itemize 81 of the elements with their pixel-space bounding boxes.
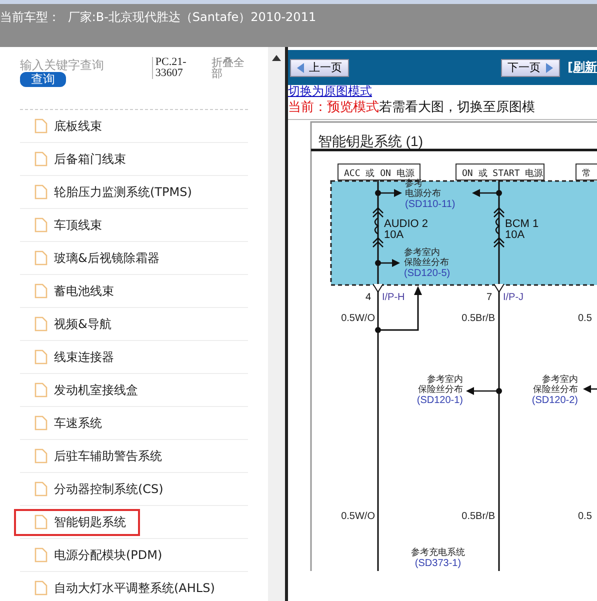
scroll-up-icon[interactable]	[272, 55, 281, 61]
tree-item[interactable]: 分动器控制系统(CS)	[14, 476, 170, 502]
tree-item[interactable]: 玻璃&后视镜除霜器	[14, 244, 166, 272]
reference-note: 参考室内 保险丝分布 (SD120-5)	[404, 247, 450, 279]
pin-number: 7	[486, 292, 492, 303]
code-text: PC.21-33607	[152, 57, 198, 79]
document-icon	[34, 382, 48, 398]
document-icon	[34, 448, 48, 464]
junction-dot	[496, 388, 502, 394]
fuse-rating: 10A	[384, 229, 404, 241]
pin-number: 4	[365, 292, 371, 303]
arrow-right	[378, 259, 400, 267]
tree-item[interactable]: 轮胎压力监测系统(TPMS)	[14, 178, 199, 206]
document-icon	[34, 184, 48, 200]
document-icon	[34, 580, 48, 596]
next-page-button[interactable]: 下一页	[500, 58, 560, 76]
pin-name: I/P-H	[382, 292, 405, 303]
wire-spec: 0.5	[578, 511, 592, 522]
document-icon	[34, 250, 48, 266]
document-icon	[34, 283, 48, 299]
power-source-label: 常	[576, 164, 597, 180]
junction-dot	[496, 190, 502, 196]
wire-spec: 0.5	[578, 313, 592, 324]
arrow-left	[583, 385, 597, 393]
junction-dot	[375, 260, 381, 266]
collapse-all-link[interactable]: 折叠全部	[212, 57, 248, 79]
scrollbar[interactable]	[268, 47, 285, 601]
arrow-right	[378, 189, 402, 197]
document-icon	[34, 349, 48, 365]
tree-item[interactable]: 蓄电池线束	[14, 278, 121, 304]
fuse-name: BCM 1	[505, 218, 539, 230]
document-icon	[34, 415, 48, 431]
wire-spec: 0.5Br/B	[462, 313, 495, 324]
car-model-value: 厂家:B-北京现代胜达（Santafe）2010-2011	[68, 10, 316, 24]
tree-item[interactable]: 底板线束	[14, 112, 109, 140]
tree-item[interactable]: 线束连接器	[14, 344, 121, 370]
tree-item[interactable]: 自动大灯水平调整系统(AHLS)	[14, 574, 222, 601]
right-arrow-icon	[544, 62, 553, 72]
fuse-rating: 10A	[505, 229, 525, 241]
previous-page-button[interactable]: 上一页	[290, 58, 349, 76]
search-button[interactable]: 查询	[20, 72, 66, 87]
mode-notice: 当前：预览模式若需看大图，切换至原图模	[288, 98, 597, 120]
pin-name: I/P-J	[503, 292, 524, 303]
wire-spec: 0.5W/O	[341, 313, 375, 324]
switch-mode-link[interactable]: 切换为原图模式	[288, 85, 372, 98]
document-icon	[34, 217, 48, 233]
reference-note: 参考室内 保险丝分布 (SD120-2)	[532, 374, 578, 406]
document-icon	[34, 316, 48, 332]
junction-dot	[375, 190, 381, 196]
document-icon	[34, 514, 48, 530]
refresh-link[interactable]: [刷新	[568, 59, 597, 76]
arrow-left	[466, 387, 499, 395]
car-model-label: 当前车型：	[0, 10, 60, 24]
left-arrow-icon	[297, 62, 305, 72]
reference-note: 参考充电系统 (SD373-1)	[411, 547, 465, 569]
fuse-symbol	[372, 207, 384, 248]
document-icon	[34, 547, 48, 563]
connector-mark	[372, 284, 384, 293]
tree-item[interactable]: 车顶线束	[14, 212, 109, 238]
power-source-label: ON 或 START 电源	[456, 164, 544, 180]
reference-note: 参考室内 保险丝分布 (SD120-1)	[416, 374, 463, 406]
fuse-symbol	[493, 207, 505, 248]
arrow-left	[472, 189, 499, 197]
document-icon	[34, 151, 48, 167]
fuse-name: AUDIO 2	[384, 218, 428, 230]
tree-item[interactable]: 智能钥匙系统	[14, 508, 140, 536]
wire-spec: 0.5W/O	[341, 511, 375, 522]
junction-dot	[375, 327, 381, 333]
tree-item[interactable]: 视频&导航	[14, 310, 118, 338]
wire-spec: 0.5Br/B	[462, 511, 495, 522]
power-source-label: ACC 或 ON 电源	[338, 164, 420, 180]
document-icon	[34, 481, 48, 497]
tree-item[interactable]: 车速系统	[14, 410, 109, 436]
feedback-arrow	[378, 286, 422, 331]
tree-item[interactable]: 发动机室接线盒	[14, 376, 145, 404]
tree-item[interactable]: 电源分配模块(PDM)	[14, 542, 170, 568]
connector-mark	[494, 284, 504, 293]
document-icon	[34, 118, 48, 134]
tree-item[interactable]: 后驻车辅助警告系统	[14, 442, 169, 470]
diagram-title: 智能钥匙系统 (1)	[318, 133, 423, 149]
tree-item[interactable]: 后备箱门线束	[14, 146, 133, 172]
